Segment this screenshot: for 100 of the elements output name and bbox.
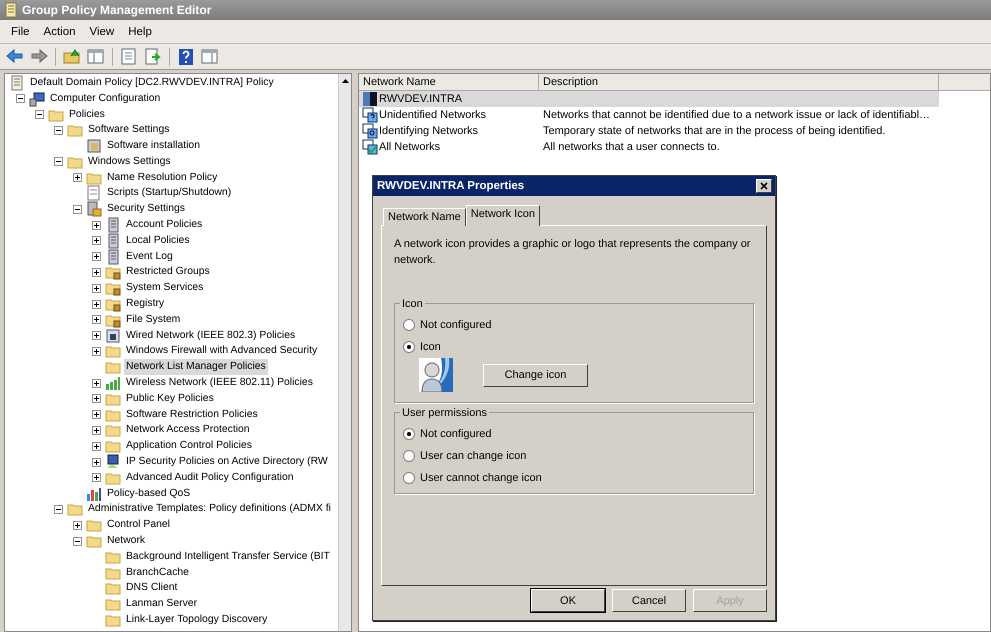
tree-item[interactable]: Software Settings (86, 122, 172, 138)
tree-item[interactable]: Security Settings (105, 201, 187, 218)
radio-label[interactable]: Not configured (420, 317, 492, 333)
dialog-button[interactable]: Cancel (612, 589, 686, 612)
expand-icon[interactable] (92, 458, 100, 467)
network-name: RWVDEV.INTRA (379, 92, 462, 107)
collapse-icon[interactable] (54, 157, 62, 166)
tree-item[interactable]: Control Panel (105, 517, 172, 534)
radio-button[interactable] (403, 450, 415, 462)
expand-icon[interactable] (92, 331, 100, 340)
tree-item[interactable]: Network (105, 533, 148, 550)
tree-item[interactable]: Default Domain Policy [DC2.RWVDEV.INTRA] Policy (28, 74, 276, 91)
radio-label[interactable]: Not configured (420, 426, 492, 442)
tree-item[interactable]: System Services (124, 280, 206, 296)
expand-icon[interactable] (92, 346, 100, 356)
tree-item[interactable]: IP Security Policies on Active Directory (RW (124, 454, 330, 470)
tree-item[interactable]: Restricted Groups (124, 264, 212, 280)
tree-item[interactable]: Network List Manager Policies (124, 359, 268, 376)
tab[interactable]: Network Name (383, 208, 466, 226)
tree-item[interactable]: Registry (124, 296, 166, 312)
action-pane-icon[interactable] (200, 46, 220, 66)
network-name: All Networks (379, 140, 440, 155)
collapse-icon[interactable] (16, 94, 24, 104)
tree-item[interactable]: Software installation (105, 138, 202, 154)
collapse-icon[interactable] (54, 126, 62, 135)
tree-item[interactable]: Policy-based QoS (105, 486, 192, 502)
list-row[interactable]: RWVDEV.INTRA (359, 91, 939, 107)
tree-item[interactable]: Computer Configuration (48, 90, 162, 107)
radio-button[interactable] (403, 319, 415, 331)
tree-item[interactable]: DNS Client (124, 580, 180, 596)
expand-icon[interactable] (72, 173, 82, 182)
tree-item[interactable]: Windows Settings (86, 154, 173, 170)
radio-label[interactable]: User can change icon (420, 448, 526, 464)
expand-icon[interactable] (92, 284, 100, 293)
expand-icon[interactable] (92, 268, 100, 277)
tree-item[interactable]: Application Control Policies (124, 438, 254, 454)
tree-item[interactable]: Local Policies (124, 232, 192, 249)
policy-icon (4, 2, 18, 18)
radio-button[interactable] (403, 472, 415, 484)
menu-item[interactable]: View (82, 24, 122, 40)
expand-icon[interactable] (92, 300, 100, 309)
tree-item[interactable]: Link-Layer Topology Discovery (124, 612, 270, 628)
expand-icon[interactable] (92, 378, 100, 388)
tree-item[interactable]: Administrative Templates: Policy definitions (ADMX fi (86, 501, 333, 518)
expand-icon[interactable] (72, 520, 82, 530)
document-icon (9, 74, 25, 91)
expand-icon[interactable] (92, 442, 100, 451)
tree-item[interactable]: File System (124, 312, 182, 328)
tree-view-icon[interactable] (86, 46, 106, 66)
collapse-icon[interactable] (34, 110, 44, 119)
change-icon-button[interactable]: Change icon (483, 364, 588, 386)
expand-icon[interactable] (92, 315, 100, 324)
tree-item[interactable]: Name Resolution Policy (105, 170, 220, 186)
radio-label[interactable]: Icon (420, 339, 441, 355)
tree-item[interactable]: Background Intelligent Transfer Service (BIT (124, 548, 332, 565)
menu-item[interactable]: File (4, 24, 37, 40)
close-button[interactable] (756, 179, 772, 193)
column-header[interactable]: Description (539, 74, 939, 90)
list-row[interactable]: Identifying Networks Temporary state of networks that are in the process of being identified. (359, 123, 939, 139)
network-description: Networks that cannot be identified due to a network issue or lack of identifiabl… (543, 109, 930, 121)
tree-item[interactable]: Wireless Network (IEEE 802.11) Policies (124, 375, 315, 392)
expand-icon[interactable] (92, 236, 100, 246)
collapse-icon[interactable] (72, 536, 82, 546)
tree-item[interactable]: Event Log (124, 248, 175, 265)
tree-item[interactable]: Public Key Policies (124, 390, 216, 407)
expand-icon[interactable] (92, 252, 100, 262)
expand-icon[interactable] (92, 394, 100, 404)
menu-item[interactable]: Help (121, 24, 159, 40)
folder-up-icon[interactable] (62, 46, 82, 66)
tree-item[interactable]: Software Restriction Policies (124, 406, 260, 423)
expand-icon[interactable] (92, 410, 100, 420)
collapse-icon[interactable] (72, 204, 82, 214)
help-icon[interactable] (176, 46, 196, 66)
expand-icon[interactable] (92, 220, 100, 230)
dialog-button[interactable]: OK (531, 589, 605, 612)
menu-item[interactable]: Action (36, 24, 82, 40)
radio-button[interactable] (403, 341, 415, 353)
tree-item[interactable]: Policies (67, 106, 107, 122)
scrollbar[interactable] (338, 74, 351, 631)
tree-item[interactable]: BranchCache (124, 564, 191, 581)
expand-icon[interactable] (92, 473, 100, 482)
export-icon[interactable] (143, 46, 163, 66)
tree-item[interactable]: Account Policies (124, 217, 204, 234)
tree-item[interactable]: Windows Firewall with Advanced Security (124, 343, 320, 360)
column-header[interactable]: Network Name (359, 74, 539, 90)
collapse-icon[interactable] (54, 504, 62, 514)
tree-item[interactable]: Scripts (Startup/Shutdown) (105, 185, 234, 202)
tree-item[interactable]: Wired Network (IEEE 802.3) Policies (124, 328, 298, 344)
monitor-icon (105, 454, 121, 470)
tree-item[interactable]: Network Access Protection (124, 422, 252, 438)
tree-item[interactable]: Advanced Audit Policy Configuration (124, 470, 296, 486)
tab[interactable]: Network Icon (466, 205, 540, 226)
list-row[interactable]: All Networks All networks that a user connects to. (359, 139, 939, 155)
expand-icon[interactable] (92, 426, 100, 435)
list-row[interactable]: Unidentified Networks Networks that cannot be identified due to a network issue or lack of identifiabl… (359, 107, 939, 123)
radio-button[interactable] (403, 428, 415, 440)
description-text: A network icon provides a graphic or logo that represents the company or network. (394, 237, 752, 268)
tree-item[interactable]: Lanman Server (124, 596, 200, 612)
radio-label[interactable]: User cannot change icon (420, 470, 542, 486)
signal-bars-icon (105, 375, 121, 392)
